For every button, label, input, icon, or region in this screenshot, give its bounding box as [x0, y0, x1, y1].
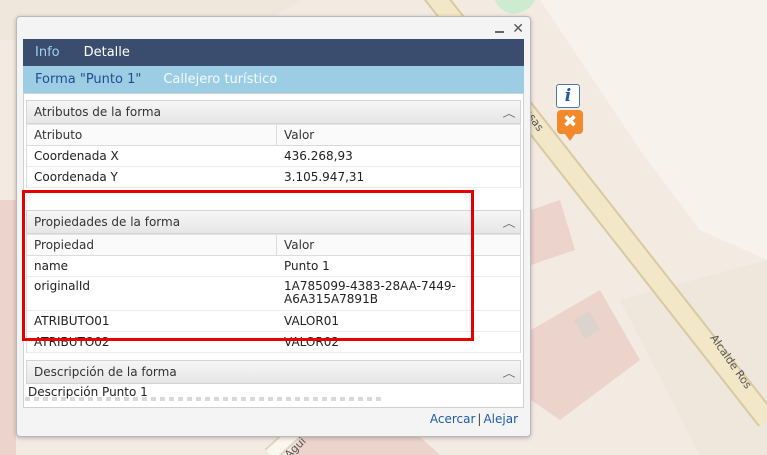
cell-name: ATRIBUTO01 [34, 314, 110, 328]
grid-header: Atributo Valor [27, 124, 520, 146]
minimize-icon[interactable] [495, 31, 505, 33]
tab-info[interactable]: Info [23, 39, 72, 66]
cell-value: 3.105.947,31 [284, 170, 365, 184]
subtab-forma[interactable]: Forma "Punto 1" [23, 72, 141, 87]
window-controls: ✕ [495, 20, 524, 38]
column-header-atributo[interactable]: Atributo [27, 125, 277, 145]
subtab-callejero[interactable]: Callejero turístico [141, 72, 277, 87]
properties-section-header[interactable]: Propiedades de la forma ︿ [26, 210, 521, 234]
table-row[interactable]: originalId 1A785099-4383-28AA-7449- A6A3… [27, 277, 520, 311]
collapse-icon[interactable]: ︿ [503, 215, 516, 230]
description-section-title: Descripción de la forma [34, 365, 177, 379]
popup-content[interactable]: Atributos de la forma ︿ Atributo Valor C… [23, 93, 524, 408]
remove-marker-icon[interactable]: ✖ [557, 110, 583, 141]
table-row[interactable]: Coordenada X 436.268,93 [27, 146, 520, 167]
tab-detalle[interactable]: Detalle [72, 39, 142, 66]
feature-info-popup: ✕ Info Detalle Forma "Punto 1" Callejero… [16, 16, 531, 437]
close-icon[interactable]: ✕ [512, 22, 524, 36]
attributes-section-title: Atributos de la forma [34, 105, 161, 119]
main-tabs: Info Detalle [23, 39, 524, 66]
info-marker-icon[interactable]: i [556, 84, 580, 108]
table-row[interactable]: Coordenada Y 3.105.947,31 [27, 167, 520, 188]
cell-value: VALOR02 [284, 335, 339, 349]
zoom-out-link[interactable]: Alejar [483, 412, 518, 426]
grid-header: Propiedad Valor [27, 234, 520, 256]
column-header-valor[interactable]: Valor [277, 125, 520, 145]
attributes-grid: Atributo Valor Coordenada X 436.268,93 C… [26, 124, 521, 188]
cell-value: 436.268,93 [284, 149, 353, 163]
description-section-header[interactable]: Descripción de la forma ︿ [26, 360, 521, 384]
cell-name: ATRIBUTO02 [34, 335, 110, 349]
sub-tabs: Forma "Punto 1" Callejero turístico [23, 66, 524, 93]
faded-text-line [25, 397, 385, 401]
cell-value-line: A6A315A7891B [284, 292, 378, 306]
zoom-in-link[interactable]: Acercar [430, 412, 476, 426]
cell-name: originalId [34, 279, 91, 293]
table-row[interactable]: name Punto 1 [27, 256, 520, 277]
collapse-icon[interactable]: ︿ [503, 105, 516, 120]
link-separator: | [477, 412, 482, 426]
zoom-links: Acercar | Alejar [430, 412, 518, 426]
properties-section-title: Propiedades de la forma [34, 215, 181, 229]
cell-value: Punto 1 [284, 259, 330, 273]
cell-name: Coordenada X [34, 149, 119, 163]
attributes-section-header[interactable]: Atributos de la forma ︿ [26, 100, 521, 124]
collapse-icon[interactable]: ︿ [503, 365, 516, 380]
column-header-propiedad[interactable]: Propiedad [27, 235, 277, 255]
table-row[interactable]: ATRIBUTO01 VALOR01 [27, 311, 520, 332]
column-header-valor[interactable]: Valor [277, 235, 520, 255]
cell-name: Coordenada Y [34, 170, 118, 184]
table-row[interactable]: ATRIBUTO02 VALOR02 [27, 332, 520, 353]
cell-name: name [34, 259, 69, 273]
info-glyph: i [564, 86, 572, 106]
remove-glyph: ✖ [562, 112, 578, 132]
properties-grid: Propiedad Valor name Punto 1 originalId … [26, 234, 521, 353]
cell-value: 1A785099-4383-28AA-7449- A6A315A7891B [277, 280, 520, 310]
cell-value: VALOR01 [284, 314, 339, 328]
